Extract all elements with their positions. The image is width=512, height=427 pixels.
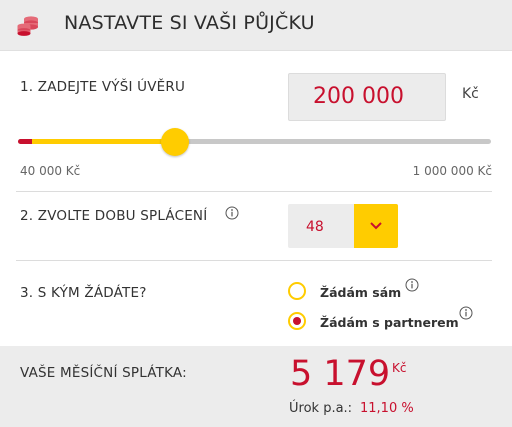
- loan-amount-label: 1. ZADEJTE VÝŠI ÚVĚRU: [20, 79, 186, 95]
- slider-min-mark: [18, 139, 32, 144]
- info-icon[interactable]: [405, 278, 419, 292]
- divider: [16, 260, 492, 261]
- page-title: NASTAVTE SI VAŠI PŮJČKU: [64, 12, 315, 34]
- interest-rate-value: 11,10 %: [360, 401, 414, 416]
- repayment-select[interactable]: 48: [288, 204, 398, 248]
- loan-amount-currency: Kč: [462, 86, 479, 102]
- radio-alone[interactable]: [288, 282, 306, 300]
- info-icon[interactable]: [459, 306, 473, 320]
- monthly-payment-panel: VAŠE MĚSÍČNÍ SPLÁTKA: 5 179 Kč Úrok p.a.…: [0, 346, 512, 427]
- repayment-select-arrow[interactable]: [354, 204, 398, 248]
- slider-max-label: 1 000 000 Kč: [412, 164, 492, 178]
- interest-rate-label: Úrok p.a.:: [289, 401, 353, 416]
- header-bar: NASTAVTE SI VAŠI PŮJČKU: [0, 0, 512, 51]
- repayment-label: 2. ZVOLTE DOBU SPLÁCENÍ: [20, 208, 208, 224]
- monthly-payment-value: 5 179: [290, 354, 391, 394]
- chevron-down-icon: [370, 222, 382, 230]
- divider: [16, 191, 492, 192]
- slider-fill: [32, 139, 175, 144]
- radio-with-partner-label[interactable]: Žádám s partnerem: [320, 315, 459, 330]
- radio-alone-label[interactable]: Žádám sám: [320, 285, 401, 300]
- monthly-payment-label: VAŠE MĚSÍČNÍ SPLÁTKA:: [20, 365, 187, 381]
- coins-icon: [17, 16, 38, 36]
- monthly-payment-currency: Kč: [392, 361, 407, 375]
- radio-with-partner[interactable]: [288, 312, 306, 330]
- loan-amount-input[interactable]: 200 000: [288, 73, 446, 121]
- info-icon[interactable]: [225, 206, 239, 220]
- slider-min-label: 40 000 Kč: [20, 164, 81, 178]
- applicant-label: 3. S KÝM ŽÁDÁTE?: [20, 285, 147, 301]
- loan-amount-slider-handle[interactable]: [160, 128, 189, 156]
- repayment-select-value: 48: [306, 219, 324, 235]
